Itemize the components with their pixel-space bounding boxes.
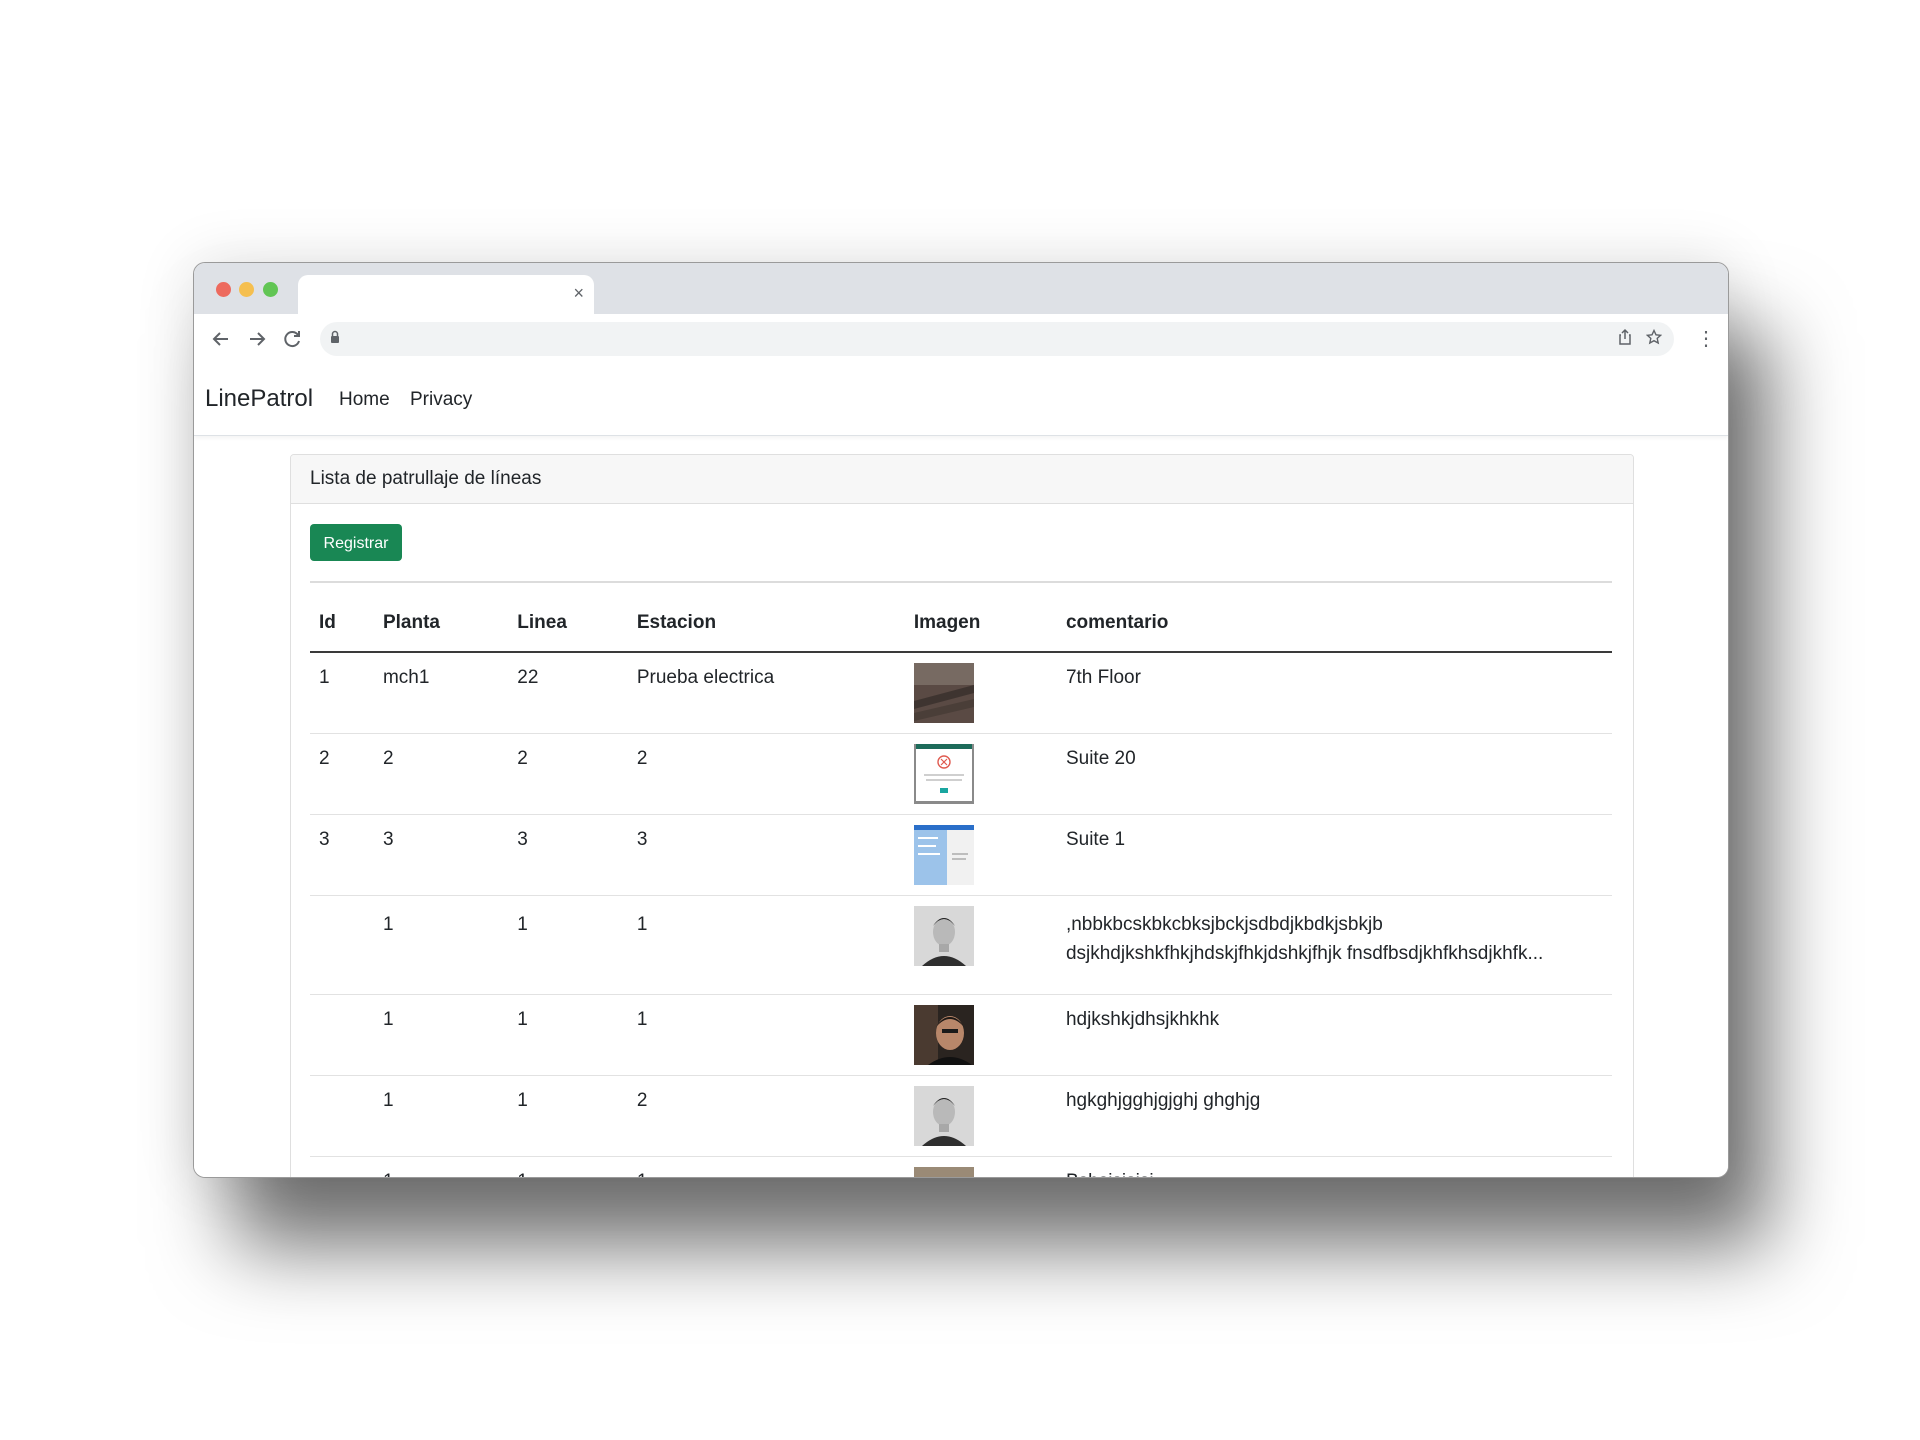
table-row[interactable]: 1 1 1 ,nbbkbcskbkcbksjbckjsdbdjkbdkjsbkj… (310, 895, 1612, 995)
row-thumbnail[interactable] (913, 1005, 974, 1065)
cell-imagen (904, 652, 1057, 734)
cell-planta: 1 (373, 895, 509, 995)
browser-titlebar: × (194, 263, 1728, 314)
register-button[interactable]: Registrar (310, 524, 402, 561)
table-row[interactable]: 1 1 1 Bsbsisisisi (310, 1156, 1612, 1177)
lock-icon (331, 330, 339, 343)
cell-id: 1 (310, 652, 374, 734)
card-title: Lista de patrullaje de líneas (291, 455, 1633, 504)
column-header-imagen: Imagen (904, 595, 1057, 653)
cell-imagen (904, 895, 1057, 995)
cell-estacion: Prueba electrica (627, 652, 905, 734)
cell-id (310, 1075, 374, 1157)
back-arrow-icon[interactable] (208, 326, 234, 352)
cell-planta: 1 (373, 994, 509, 1076)
cell-imagen (904, 733, 1057, 815)
cell-estacion: 1 (627, 994, 905, 1076)
row-thumbnail[interactable] (913, 1167, 974, 1177)
cell-comentario: hdjkshkjdhsjkhkhk (1056, 994, 1612, 1076)
cell-estacion: 1 (627, 895, 905, 995)
brand-link[interactable]: LinePatrol (205, 385, 313, 413)
browser-toolbar: ⋮ (194, 314, 1728, 364)
column-header-planta: Planta (373, 595, 509, 653)
nav-link-privacy[interactable]: Privacy (410, 389, 472, 411)
cell-estacion: 2 (627, 733, 905, 815)
maximize-window-button[interactable] (263, 282, 278, 297)
cell-id: 2 (310, 733, 374, 815)
cell-linea: 1 (508, 895, 628, 995)
tab-close-icon[interactable]: × (573, 281, 584, 305)
cell-id (310, 1156, 374, 1177)
bookmark-star-icon[interactable] (1645, 328, 1663, 352)
cell-planta: 1 (373, 1156, 509, 1177)
cell-linea: 3 (508, 814, 628, 896)
cell-comentario: Suite 1 (1056, 814, 1612, 896)
cell-planta: 3 (373, 814, 509, 896)
patrol-list-card: Lista de patrullaje de líneas Registrar … (290, 454, 1634, 1177)
page-content: LinePatrol Home Privacy Lista de patrull… (194, 364, 1728, 1177)
table-row[interactable]: 1 mch1 22 Prueba electrica 7th Floor (310, 652, 1612, 734)
cell-estacion: 1 (627, 1156, 905, 1177)
row-thumbnail[interactable] (913, 744, 974, 804)
table-row[interactable]: 2 2 2 2 Suite 20 (310, 733, 1612, 815)
nav-link-home[interactable]: Home (339, 389, 390, 411)
forward-arrow-icon[interactable] (244, 326, 270, 352)
cell-estacion: 2 (627, 1075, 905, 1157)
row-thumbnail[interactable] (913, 663, 974, 723)
minimize-window-button[interactable] (239, 282, 254, 297)
table-row[interactable]: 3 3 3 3 Suite 1 (310, 814, 1612, 896)
browser-window: × ⋮ LinePatrol Home Privacy Lista de pat… (193, 262, 1729, 1178)
browser-tab[interactable]: × (298, 275, 594, 314)
cell-imagen (904, 814, 1057, 896)
cell-comentario: hgkghjgghjgjghj ghghjg (1056, 1075, 1612, 1157)
column-header-estacion: Estacion (627, 595, 905, 653)
table-row[interactable]: 1 1 2 hgkghjgghjgjghj ghghjg (310, 1075, 1612, 1157)
address-bar[interactable] (320, 322, 1674, 356)
cell-linea: 2 (508, 733, 628, 815)
cell-planta: mch1 (373, 652, 509, 734)
browser-menu-icon[interactable]: ⋮ (1696, 327, 1716, 351)
cell-imagen (904, 1075, 1057, 1157)
cell-planta: 2 (373, 733, 509, 815)
cell-linea: 1 (508, 994, 628, 1076)
row-thumbnail[interactable] (913, 906, 974, 966)
cell-estacion: 3 (627, 814, 905, 896)
cell-id (310, 895, 374, 995)
table-header-row: Id Planta Linea Estacion Imagen comentar… (310, 595, 1612, 653)
top-navbar: LinePatrol Home Privacy (194, 364, 1728, 436)
cell-comentario: 7th Floor (1056, 652, 1612, 734)
divider (310, 581, 1612, 583)
column-header-comentario: comentario (1056, 595, 1612, 653)
cell-linea: 1 (508, 1075, 628, 1157)
column-header-id: Id (310, 595, 374, 653)
row-thumbnail[interactable] (913, 825, 974, 885)
patrol-table: Id Planta Linea Estacion Imagen comentar… (310, 595, 1612, 1177)
cell-linea: 22 (508, 652, 628, 734)
cell-id (310, 994, 374, 1076)
share-icon[interactable] (1618, 328, 1632, 352)
cell-comentario: Suite 20 (1056, 733, 1612, 815)
cell-imagen (904, 994, 1057, 1076)
cell-planta: 1 (373, 1075, 509, 1157)
column-header-linea: Linea (508, 595, 628, 653)
row-thumbnail[interactable] (913, 1086, 974, 1146)
cell-id: 3 (310, 814, 374, 896)
cell-comentario: ,nbbkbcskbkcbksjbckjsdbdjkbdkjsbkjb dsjk… (1056, 895, 1612, 995)
reload-icon[interactable] (279, 326, 305, 352)
cell-linea: 1 (508, 1156, 628, 1177)
cell-imagen (904, 1156, 1057, 1177)
close-window-button[interactable] (216, 282, 231, 297)
table-row[interactable]: 1 1 1 hdjkshkjdhsjkhkhk (310, 994, 1612, 1076)
cell-comentario: Bsbsisisisi (1056, 1156, 1612, 1177)
